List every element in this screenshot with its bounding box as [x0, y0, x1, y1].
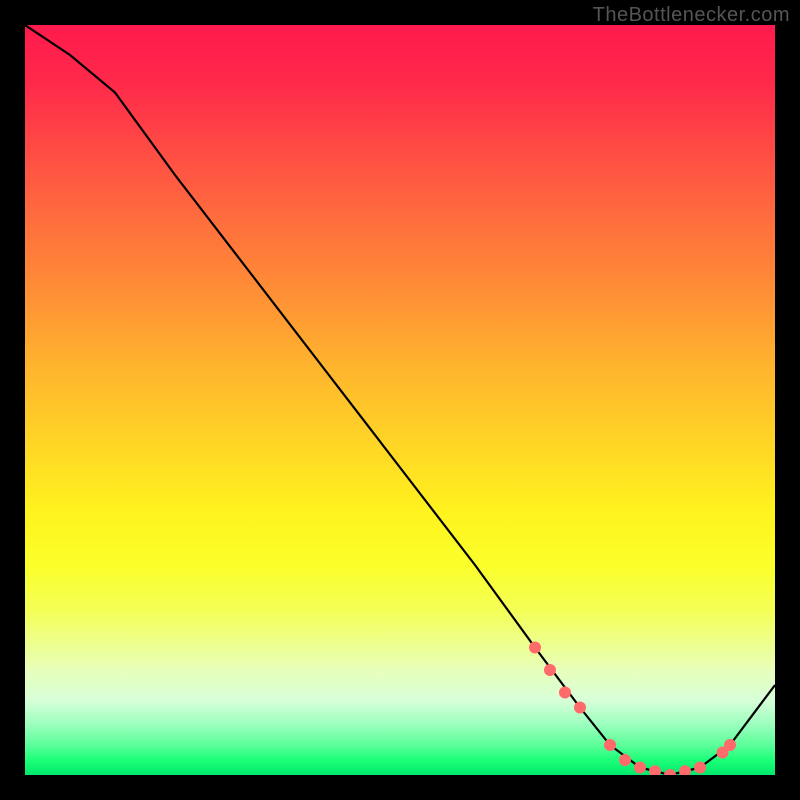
bottleneck-curve-path	[25, 25, 775, 775]
marker-point	[574, 702, 586, 714]
watermark-text: TheBottlenecker.com	[593, 4, 790, 27]
marker-point	[529, 642, 541, 654]
marker-point	[649, 765, 661, 775]
marker-point	[559, 687, 571, 699]
marker-point	[604, 739, 616, 751]
marker-point	[619, 754, 631, 766]
marker-point	[724, 739, 736, 751]
marker-point	[694, 762, 706, 774]
chart-svg	[25, 25, 775, 775]
marker-point	[664, 769, 676, 775]
highlight-markers	[529, 642, 736, 776]
marker-point	[544, 664, 556, 676]
plot-area	[25, 25, 775, 775]
marker-point	[679, 765, 691, 775]
marker-point	[634, 762, 646, 774]
